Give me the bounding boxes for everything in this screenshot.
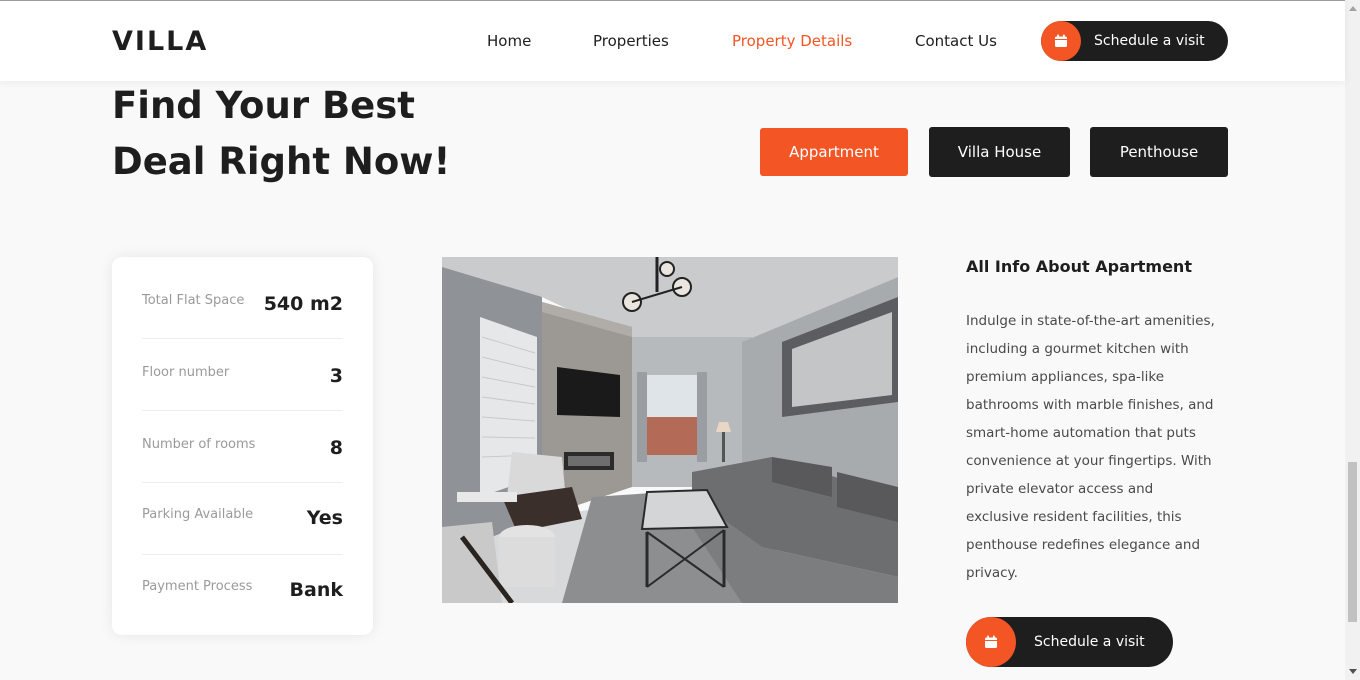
property-info-card: Total Flat Space 540 m2 Floor number 3 N…	[112, 257, 373, 635]
nav-home[interactable]: Home	[487, 32, 531, 50]
scroll-down-icon[interactable]	[1349, 669, 1357, 674]
schedule-visit-button[interactable]: Schedule a visit	[966, 617, 1173, 667]
page-title: Find Your Best Deal Right Now!	[112, 78, 512, 190]
header-schedule-visit-label: Schedule a visit	[1094, 33, 1205, 49]
tab-villa-house[interactable]: Villa House	[929, 127, 1070, 177]
info-row-floor-number: Floor number 3	[142, 339, 343, 411]
info-label: Parking Available	[142, 507, 254, 522]
page-title-line-2: Deal Right Now!	[112, 140, 451, 183]
nav-properties[interactable]: Properties	[593, 32, 669, 50]
info-value: 3	[329, 365, 343, 387]
about-title: All Info About Apartment	[966, 257, 1192, 276]
page-scrollbar[interactable]	[1345, 0, 1360, 680]
calendar-icon	[966, 617, 1016, 667]
page-title-line-1: Find Your Best	[112, 84, 415, 127]
schedule-visit-label: Schedule a visit	[1034, 634, 1145, 650]
scroll-up-icon[interactable]	[1349, 6, 1357, 11]
info-value: Yes	[306, 507, 343, 529]
scrollbar-thumb[interactable]	[1348, 462, 1357, 622]
info-value: Bank	[289, 579, 343, 601]
info-label: Number of rooms	[142, 437, 256, 452]
header-schedule-visit-button[interactable]: Schedule a visit	[1041, 21, 1228, 61]
calendar-icon	[1041, 21, 1081, 61]
nav-property-details[interactable]: Property Details	[732, 32, 852, 50]
info-value: 8	[329, 437, 343, 459]
tab-penthouse[interactable]: Penthouse	[1090, 127, 1228, 177]
tab-appartment[interactable]: Appartment	[760, 128, 908, 176]
info-label: Floor number	[142, 365, 230, 380]
site-header: VILLA Home Properties Property Details C…	[0, 0, 1345, 81]
info-row-parking: Parking Available Yes	[142, 483, 343, 555]
info-label: Total Flat Space	[142, 293, 245, 308]
nav-contact-us[interactable]: Contact Us	[915, 32, 997, 50]
apartment-photo	[442, 257, 898, 603]
info-row-payment: Payment Process Bank	[142, 555, 343, 627]
about-description: Indulge in state-of-the-art amenities, i…	[966, 313, 1215, 581]
info-value: 540 m2	[263, 293, 343, 315]
info-row-flat-space: Total Flat Space 540 m2	[142, 267, 343, 339]
site-logo[interactable]: VILLA	[112, 26, 208, 57]
info-label: Payment Process	[142, 579, 253, 594]
info-row-rooms: Number of rooms 8	[142, 411, 343, 483]
